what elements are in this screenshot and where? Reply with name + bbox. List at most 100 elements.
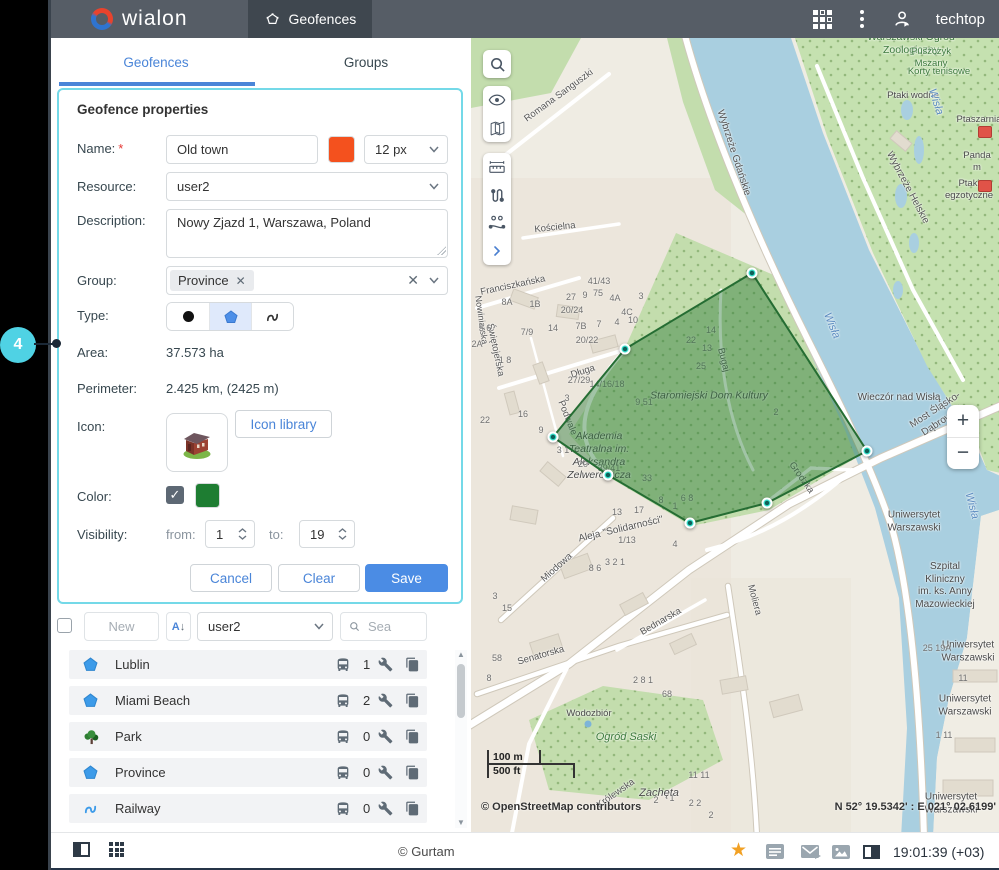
resource-label: Resource: — [77, 179, 137, 194]
user-account-icon[interactable] — [892, 8, 914, 30]
chevron-down-icon — [314, 623, 324, 630]
new-geofence-button[interactable]: New — [84, 612, 159, 641]
ruler-icon[interactable] — [483, 153, 511, 181]
geofence-vertex-marker[interactable] — [684, 517, 696, 529]
name-input[interactable] — [166, 135, 318, 164]
username[interactable]: techtop — [936, 11, 985, 28]
stepper-arrows-icon[interactable] — [238, 528, 247, 540]
clear-button[interactable]: Clear — [278, 564, 360, 592]
units-bus-icon[interactable] — [335, 801, 351, 817]
color-checkbox[interactable]: ✓ — [166, 486, 184, 504]
scroll-up-icon[interactable]: ▲ — [455, 650, 467, 660]
edit-wrench-icon[interactable] — [378, 657, 393, 672]
resource-select[interactable]: user2 — [166, 172, 448, 201]
track-points-icon[interactable] — [483, 209, 511, 237]
map-layers-icon[interactable] — [483, 114, 511, 142]
search-input[interactable] — [366, 618, 418, 635]
geofence-list-item[interactable]: Miami Beach 2 — [69, 686, 427, 715]
map-canvas[interactable]: Warszawski Ogród ZoologicznyPuszczyk Msz… — [471, 38, 999, 832]
geofence-vertex-marker[interactable] — [861, 445, 873, 457]
annotation-dot — [52, 339, 61, 348]
save-button[interactable]: Save — [365, 564, 448, 592]
visibility-eye-icon[interactable] — [483, 86, 511, 114]
font-size-select[interactable]: 12 px — [364, 135, 448, 164]
edit-wrench-icon[interactable] — [378, 765, 393, 780]
visibility-to-stepper[interactable]: 19 — [299, 520, 355, 548]
tab-geofences[interactable]: Geofences — [51, 38, 261, 86]
sort-button[interactable]: A ↓ — [166, 612, 191, 641]
units-bus-icon[interactable] — [335, 693, 351, 709]
tab-groups[interactable]: Groups — [261, 38, 471, 86]
geofence-list-item[interactable]: Railway 0 — [69, 794, 427, 823]
geofence-vertex-marker[interactable] — [547, 431, 559, 443]
description-textarea[interactable]: Nowy Zjazd 1, Warszawa, Poland — [166, 209, 448, 258]
resize-grip-icon[interactable] — [437, 246, 446, 255]
geofence-vertex-marker[interactable] — [761, 497, 773, 509]
edit-wrench-icon[interactable] — [378, 729, 393, 744]
type-circle-button[interactable] — [167, 303, 209, 330]
apps-grid-icon[interactable] — [812, 9, 832, 29]
search-box[interactable] — [340, 612, 427, 641]
geofence-vertex-marker[interactable] — [746, 267, 758, 279]
group-chip[interactable]: Province ✕ — [170, 270, 254, 291]
edit-wrench-icon[interactable] — [378, 801, 393, 816]
map-search-icon[interactable] — [483, 50, 511, 78]
geofence-list-item[interactable]: Lublin 1 — [69, 650, 427, 679]
favorites-star-icon[interactable]: ★ — [730, 839, 747, 862]
tab-geofences-app[interactable]: Geofences — [247, 0, 373, 38]
geofence-color-swatch[interactable] — [195, 483, 220, 508]
mail-icon[interactable] — [801, 845, 822, 864]
expand-panel-chevron-icon[interactable] — [483, 237, 511, 265]
zoom-out-button[interactable]: − — [947, 438, 979, 470]
geofence-polygon[interactable] — [551, 271, 869, 525]
select-all-checkbox[interactable] — [57, 618, 72, 633]
layout-panes-icon[interactable] — [73, 842, 90, 857]
copy-icon[interactable] — [405, 765, 420, 780]
geofence-list-item[interactable]: Park 0 — [69, 722, 427, 751]
name-label: Name: * — [77, 141, 124, 156]
notes-icon[interactable] — [766, 844, 784, 864]
units-bus-icon[interactable] — [335, 657, 351, 673]
polygon-geofence-icon — [83, 656, 98, 671]
routing-icon[interactable] — [483, 181, 511, 209]
geofence-name: Park — [115, 729, 142, 744]
type-line-button[interactable] — [251, 303, 293, 330]
visibility-from-stepper[interactable]: 1 — [205, 520, 255, 548]
poi-marker[interactable] — [978, 126, 992, 138]
name-color-swatch[interactable] — [328, 136, 355, 163]
copy-icon[interactable] — [405, 729, 420, 744]
line-geofence-icon — [84, 805, 97, 813]
app-tab-label: Geofences — [288, 11, 357, 27]
zoom-in-button[interactable]: + — [947, 405, 979, 438]
geofence-list-item[interactable]: Province 0 — [69, 758, 427, 787]
group-select[interactable]: Province ✕ ✕ — [166, 266, 448, 295]
units-bus-icon[interactable] — [335, 765, 351, 781]
chip-remove-icon[interactable]: ✕ — [236, 274, 246, 288]
required-asterisk: * — [118, 141, 124, 156]
image-icon[interactable] — [832, 845, 850, 864]
right-panel-icon[interactable] — [863, 845, 880, 859]
icon-library-button[interactable]: Icon library — [235, 410, 332, 438]
list-scrollbar[interactable]: ▲ ▼ — [455, 650, 467, 828]
geofences-panel: Geofences Groups Geofence properties Nam… — [51, 38, 471, 832]
tree-geofence-icon — [84, 729, 99, 744]
scroll-down-icon[interactable]: ▼ — [455, 818, 467, 828]
units-bus-icon[interactable] — [335, 729, 351, 745]
more-menu-icon[interactable] — [854, 8, 870, 30]
geofence-vertex-marker[interactable] — [602, 469, 614, 481]
stepper-arrows-icon[interactable] — [338, 528, 347, 540]
geofence-vertex-marker[interactable] — [619, 343, 631, 355]
copy-icon[interactable] — [405, 657, 420, 672]
bottom-apps-grid-icon[interactable] — [109, 842, 124, 857]
edit-wrench-icon[interactable] — [378, 693, 393, 708]
copy-icon[interactable] — [405, 693, 420, 708]
clear-group-icon[interactable]: ✕ — [407, 272, 419, 289]
poi-marker[interactable] — [978, 180, 992, 192]
type-polygon-button[interactable] — [209, 303, 251, 330]
resource-filter-select[interactable]: user2 — [197, 612, 333, 641]
cancel-button[interactable]: Cancel — [190, 564, 272, 592]
to-label: to: — [269, 527, 284, 542]
copy-icon[interactable] — [405, 801, 420, 816]
geofence-icon-preview[interactable] — [166, 413, 228, 472]
scrollbar-thumb[interactable] — [457, 664, 465, 718]
